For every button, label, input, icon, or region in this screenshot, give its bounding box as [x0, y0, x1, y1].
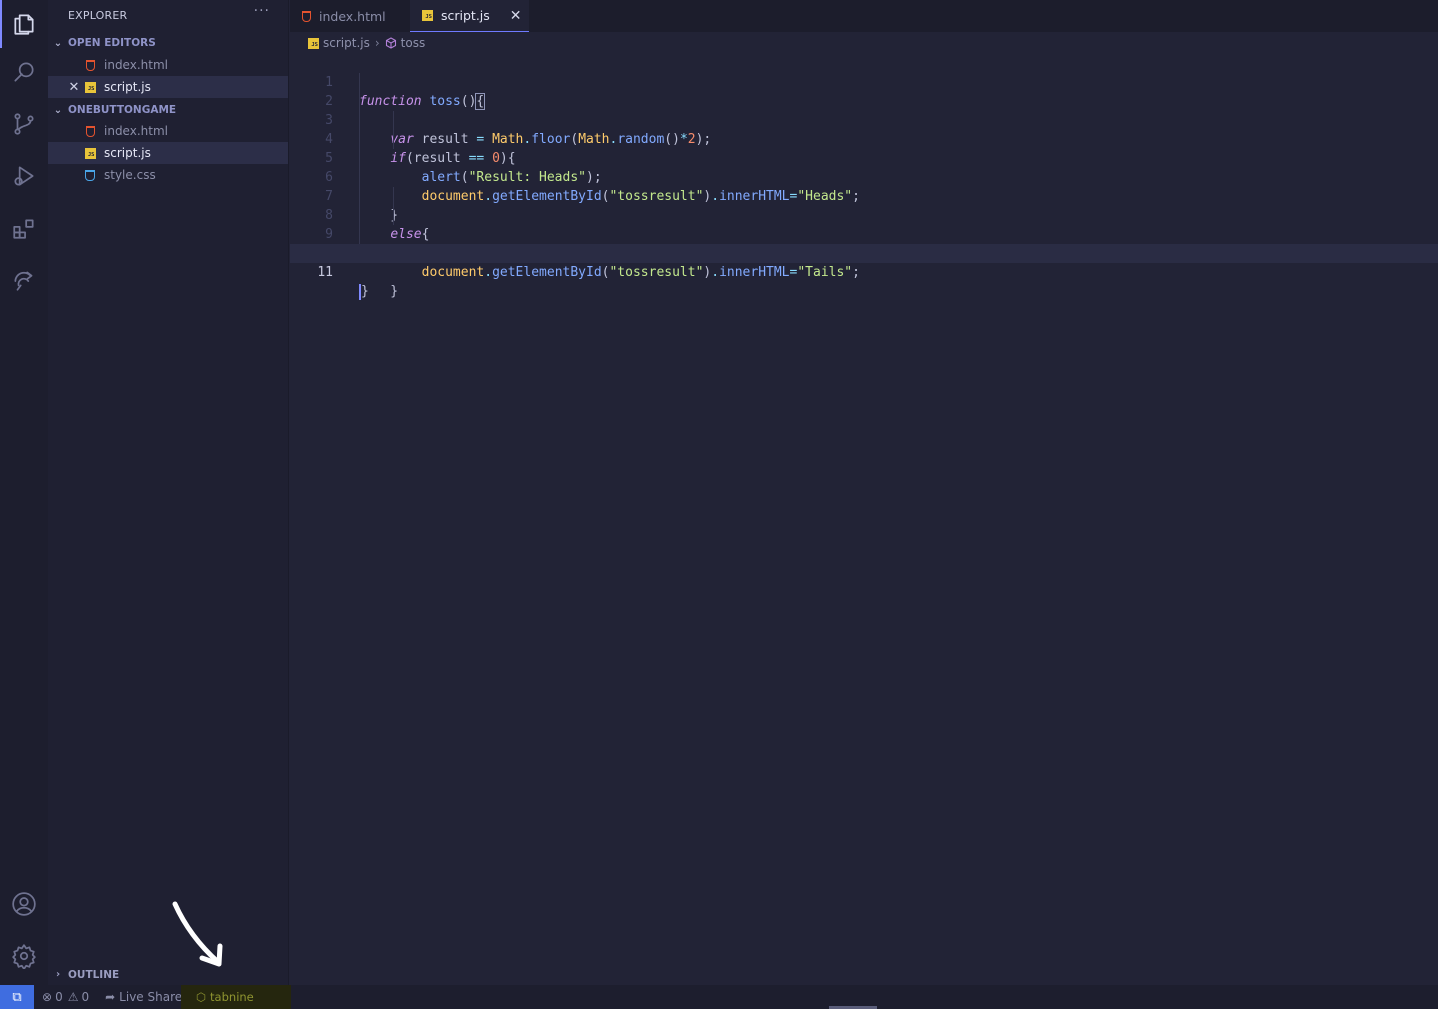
extensions-icon[interactable]	[0, 204, 48, 252]
tab-index-html[interactable]: index.html	[290, 0, 410, 32]
file-item-script-js[interactable]: JS script.js	[48, 142, 288, 164]
file-name: index.html	[104, 124, 168, 138]
problems-indicator[interactable]: ⊗ 0 ⚠ 0	[42, 990, 89, 1004]
js-file-icon: JS	[308, 37, 319, 49]
settings-gear-icon[interactable]	[0, 932, 48, 980]
annotation-arrow-icon	[172, 901, 223, 967]
breadcrumb: JS script.js › toss	[290, 32, 1438, 54]
more-actions-icon[interactable]: ···	[254, 3, 270, 19]
live-share-label: Live Share	[119, 990, 183, 1004]
tab-script-js[interactable]: JS script.js ✕	[410, 0, 529, 32]
live-share-icon[interactable]	[0, 256, 48, 304]
tabnine-status[interactable]: ⬡ tabnine	[181, 985, 291, 1009]
warning-count: 0	[81, 990, 90, 1004]
file-item-style-css[interactable]: style.css	[48, 164, 288, 186]
file-name: index.html	[104, 58, 168, 72]
code-line: 9 document.getElementById("tossresult").…	[290, 206, 1438, 280]
warning-icon: ⚠	[67, 990, 79, 1004]
line-number: 11	[317, 265, 333, 280]
live-share-status[interactable]: ➦ Live Share	[105, 990, 182, 1004]
js-file-icon: JS	[84, 81, 96, 93]
open-editor-item-script-js[interactable]: ✕ JS script.js	[48, 76, 288, 98]
code-line: 1 function toss(){	[290, 54, 1438, 110]
error-icon: ⊗	[42, 990, 53, 1004]
tabnine-label: tabnine	[210, 990, 254, 1004]
code-line-current: 11 }	[290, 244, 1438, 300]
js-file-icon: JS	[84, 147, 96, 159]
file-item-index-html[interactable]: index.html	[48, 120, 288, 142]
breadcrumb-symbol[interactable]: toss	[401, 36, 426, 50]
html-file-icon	[302, 10, 311, 22]
code-line: 10 }	[290, 225, 1438, 299]
html-file-icon	[84, 59, 96, 71]
file-name: script.js	[104, 80, 151, 94]
source-control-icon[interactable]	[0, 100, 48, 148]
code-line: 4 alert("Result: Heads");	[290, 111, 1438, 185]
explorer-icon[interactable]	[0, 0, 48, 48]
code-line: 2 var result = Math.floor(Math.random()*…	[290, 73, 1438, 147]
search-icon[interactable]	[0, 48, 48, 96]
close-icon[interactable]: ✕	[68, 80, 80, 95]
code-line: 6 }	[290, 149, 1438, 223]
symbol-method-icon	[385, 37, 397, 49]
code-editor[interactable]: 1 function toss(){ 2 var result = Math.f…	[290, 54, 1438, 985]
open-editor-item-index-html[interactable]: index.html	[48, 54, 288, 76]
open-editors-label: OPEN EDITORS	[68, 37, 156, 49]
folder-label: ONEBUTTONGAME	[68, 104, 177, 116]
breadcrumb-file[interactable]: script.js	[323, 36, 370, 50]
run-debug-icon[interactable]	[0, 152, 48, 200]
css-file-icon	[84, 169, 96, 181]
code-line: 7 else{	[290, 168, 1438, 242]
chevron-down-icon: ⌄	[53, 37, 63, 49]
text-cursor	[359, 283, 361, 300]
chevron-right-icon: ›	[55, 969, 61, 980]
tabnine-icon: ⬡	[196, 990, 207, 1004]
status-bar: ⧉ ⊗ 0 ⚠ 0 ➦ Live Share ⬡ tabnine	[0, 985, 1438, 1009]
remote-indicator-icon[interactable]: ⧉	[0, 985, 34, 1009]
html-file-icon	[84, 125, 96, 137]
folder-header[interactable]: ⌄ ONEBUTTONGAME	[48, 100, 289, 120]
tab-label: script.js	[441, 8, 490, 23]
chevron-right-icon: ›	[374, 36, 380, 50]
close-tab-icon[interactable]: ✕	[510, 8, 522, 24]
code-line: 8 alert("Result: Tails");	[290, 187, 1438, 261]
vscode-window: EXPLORER ··· ⌄ OPEN EDITORS index.html ✕…	[0, 0, 1438, 1009]
editor-tab-bar: index.html JS script.js ✕	[290, 0, 1438, 32]
open-editors-header[interactable]: ⌄ OPEN EDITORS	[48, 33, 289, 53]
chevron-down-icon: ⌄	[53, 104, 63, 116]
sidebar-title: EXPLORER	[68, 9, 128, 22]
error-count: 0	[55, 990, 63, 1004]
tab-label: index.html	[319, 8, 386, 24]
account-icon[interactable]	[0, 880, 48, 928]
js-file-icon: JS	[422, 10, 433, 21]
file-name: style.css	[104, 168, 156, 182]
activity-bar	[0, 0, 48, 985]
code-line: 5 document.getElementById("tossresult").…	[290, 130, 1438, 204]
live-share-icon: ➦	[105, 990, 116, 1004]
file-name: script.js	[104, 146, 151, 160]
outline-label: OUTLINE	[68, 968, 120, 981]
explorer-sidebar: EXPLORER ··· ⌄ OPEN EDITORS index.html ✕…	[48, 0, 289, 985]
code-line: 3 if(result == 0){	[290, 92, 1438, 166]
